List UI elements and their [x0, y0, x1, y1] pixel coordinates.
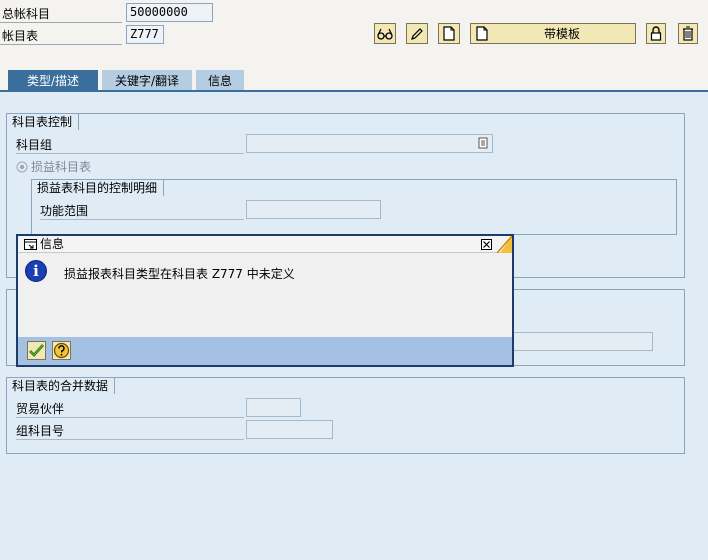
tab-info[interactable]: 信息	[196, 70, 244, 91]
group-account-underline	[16, 439, 244, 440]
radio-selected-icon	[16, 161, 28, 173]
delete-button[interactable]	[678, 23, 698, 44]
lock-icon	[650, 26, 662, 41]
tab-type-description[interactable]: 类型/描述	[8, 70, 98, 91]
account-group-label: 科目组	[16, 138, 53, 152]
dialog-titlebar: 信息	[18, 236, 512, 253]
info-icon: i	[25, 260, 47, 282]
trading-partner-field[interactable]	[246, 398, 301, 417]
dialog-close-button[interactable]	[481, 239, 492, 250]
tab-keywords-translation[interactable]: 关键字/翻译	[102, 70, 192, 91]
middle-field[interactable]	[500, 332, 653, 351]
create-button[interactable]	[438, 23, 460, 44]
functional-area-field[interactable]	[246, 200, 381, 219]
gl-account-label: 总帐科目	[2, 7, 51, 21]
info-dialog: 信息 i 损益报表科目类型在科目表 Z777 中未定义	[16, 234, 514, 367]
help-icon	[53, 342, 70, 359]
pencil-icon	[411, 27, 423, 40]
document-icon	[476, 26, 488, 41]
gl-account-field[interactable]: 50000000	[126, 3, 213, 22]
close-icon	[483, 241, 490, 248]
trading-partner-underline	[16, 417, 244, 418]
with-template-label: 带模板	[544, 27, 581, 41]
account-group-underline	[16, 153, 244, 154]
functional-area-label: 功能范围	[40, 204, 89, 218]
pl-radio[interactable]	[16, 161, 28, 173]
tab-strip-line	[0, 90, 708, 92]
dialog-message: 损益报表科目类型在科目表 Z777 中未定义	[64, 267, 295, 281]
account-group-select[interactable]	[246, 134, 493, 153]
pl-detail-title: 损益表科目的控制明细	[31, 179, 165, 196]
lock-button[interactable]	[646, 23, 666, 44]
consolidation-group-title: 科目表的合并数据	[6, 377, 116, 394]
with-template-button[interactable]: 带模板	[470, 23, 636, 44]
display-change-button[interactable]	[374, 23, 396, 44]
gl-account-underline	[0, 22, 122, 23]
consolidation-group: 科目表的合并数据	[6, 377, 685, 454]
tab-info-label: 信息	[207, 74, 232, 88]
new-document-icon	[443, 26, 455, 41]
glasses-icon	[377, 28, 393, 40]
dialog-title: 信息	[40, 237, 65, 251]
trash-icon	[683, 26, 693, 41]
group-account-field[interactable]	[246, 420, 333, 439]
titlebar-corner-accent	[496, 236, 512, 253]
checkmark-icon	[29, 344, 44, 357]
pl-radio-label: 损益科目表	[31, 160, 92, 174]
trading-partner-label: 贸易伙伴	[16, 402, 65, 416]
chart-field[interactable]: Z777	[126, 25, 164, 44]
chart-label: 帐目表	[2, 29, 39, 43]
tab-keywords-translation-label: 关键字/翻译	[114, 74, 180, 88]
dialog-window-icon	[24, 239, 37, 250]
dialog-footer	[18, 337, 512, 365]
continue-button[interactable]	[27, 341, 46, 360]
control-group-title: 科目表控制	[6, 113, 80, 130]
chart-underline	[0, 44, 122, 45]
functional-area-underline	[40, 219, 244, 220]
help-button[interactable]	[52, 341, 71, 360]
dropdown-icon	[478, 137, 488, 149]
tab-type-description-label: 类型/描述	[26, 74, 80, 88]
group-account-label: 组科目号	[16, 424, 65, 438]
edit-button[interactable]	[406, 23, 428, 44]
